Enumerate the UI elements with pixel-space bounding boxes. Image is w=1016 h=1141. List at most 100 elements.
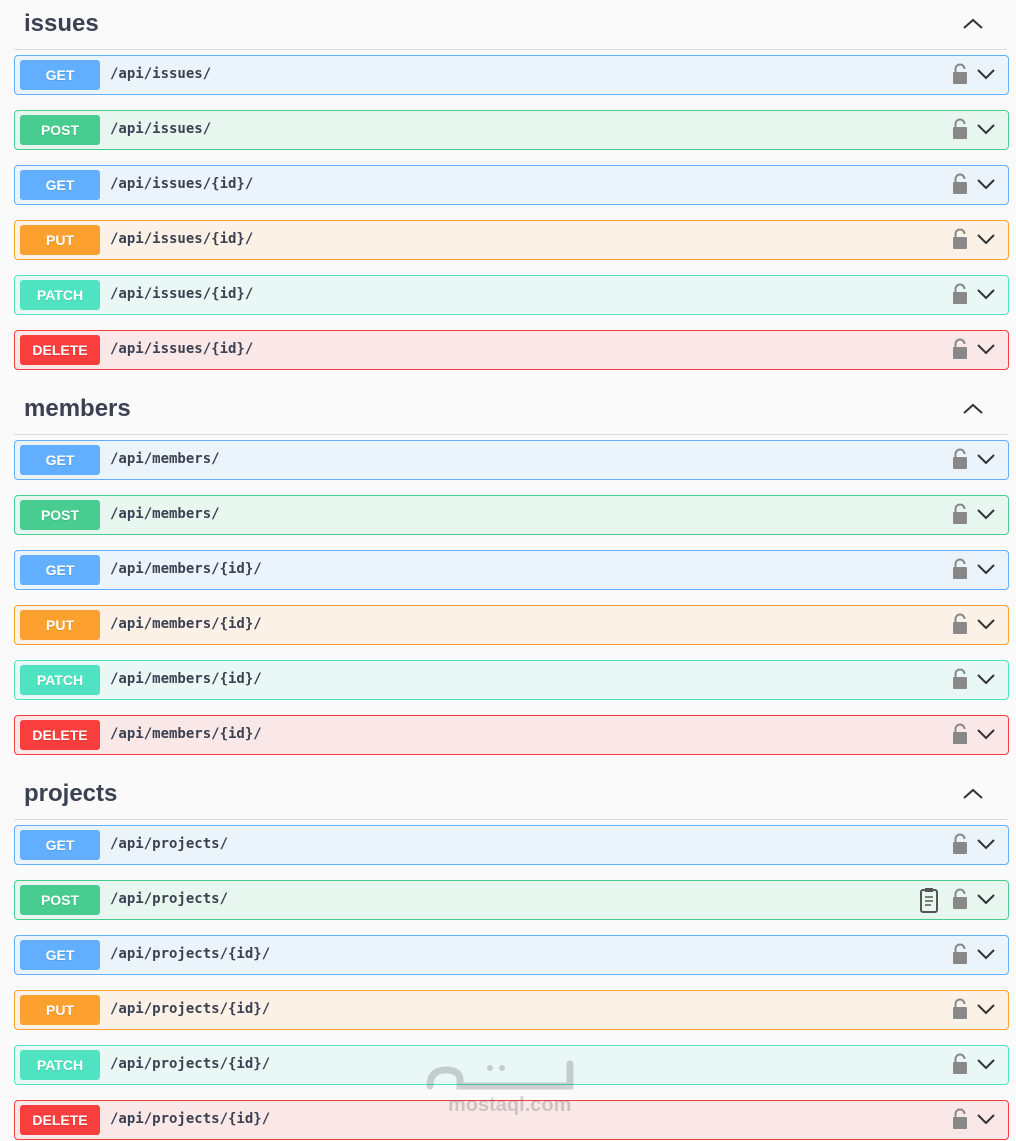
method-badge: GET: [20, 830, 100, 860]
operation-row[interactable]: PUT/api/members/{id}/: [14, 605, 1009, 645]
chevron-up-icon[interactable]: [961, 784, 985, 804]
lock-icon[interactable]: [952, 1053, 968, 1075]
operation-path: /api/issues/{id}/: [110, 176, 254, 192]
chevron-down-icon[interactable]: [976, 175, 996, 193]
operation-row[interactable]: PUT/api/issues/{id}/: [14, 220, 1009, 260]
chevron-down-icon[interactable]: [976, 835, 996, 853]
method-badge: PATCH: [20, 665, 100, 695]
operation-path: /api/projects/{id}/: [110, 946, 271, 962]
method-badge: DELETE: [20, 335, 100, 365]
operation-row[interactable]: GET/api/issues/{id}/: [14, 165, 1009, 205]
chevron-up-icon[interactable]: [961, 399, 985, 419]
chevron-down-icon[interactable]: [976, 120, 996, 138]
section-header[interactable]: projects: [14, 770, 1007, 820]
chevron-down-icon[interactable]: [976, 230, 996, 248]
operation-row[interactable]: PATCH/api/members/{id}/: [14, 660, 1009, 700]
operation-row[interactable]: GET/api/projects/: [14, 825, 1009, 865]
lock-icon[interactable]: [952, 338, 968, 360]
method-badge: GET: [20, 445, 100, 475]
operation-path: /api/projects/{id}/: [110, 1056, 271, 1072]
method-badge: GET: [20, 940, 100, 970]
operation-row[interactable]: PUT/api/projects/{id}/: [14, 990, 1009, 1030]
method-badge: PUT: [20, 225, 100, 255]
chevron-down-icon[interactable]: [976, 285, 996, 303]
operation-row[interactable]: PATCH/api/projects/{id}/: [14, 1045, 1009, 1085]
operation-path: /api/issues/{id}/: [110, 231, 254, 247]
method-badge: POST: [20, 885, 100, 915]
lock-icon[interactable]: [952, 613, 968, 635]
method-badge: PATCH: [20, 1050, 100, 1080]
lock-icon[interactable]: [952, 943, 968, 965]
section-title: members: [24, 395, 131, 422]
lock-icon[interactable]: [952, 448, 968, 470]
lock-icon[interactable]: [952, 63, 968, 85]
section-header[interactable]: issues: [14, 0, 1007, 50]
method-badge: GET: [20, 60, 100, 90]
chevron-down-icon[interactable]: [976, 615, 996, 633]
operation-path: /api/projects/{id}/: [110, 1001, 271, 1017]
lock-icon[interactable]: [952, 558, 968, 580]
operation-path: /api/projects/: [110, 836, 229, 852]
lock-icon[interactable]: [952, 173, 968, 195]
lock-icon[interactable]: [952, 833, 968, 855]
method-badge: GET: [20, 555, 100, 585]
operation-row[interactable]: GET/api/members/{id}/: [14, 550, 1009, 590]
lock-icon[interactable]: [952, 118, 968, 140]
section-issues: issues GET/api/issues/ POST/api/issues/ …: [0, 0, 1016, 370]
lock-icon[interactable]: [952, 723, 968, 745]
method-badge: DELETE: [20, 720, 100, 750]
lock-icon[interactable]: [952, 998, 968, 1020]
operation-row[interactable]: POST/api/members/: [14, 495, 1009, 535]
operation-row[interactable]: DELETE/api/members/{id}/: [14, 715, 1009, 755]
chevron-down-icon[interactable]: [976, 65, 996, 83]
operation-path: /api/members/{id}/: [110, 616, 262, 632]
operation-row[interactable]: POST/api/projects/: [14, 880, 1009, 920]
chevron-down-icon[interactable]: [976, 1110, 996, 1128]
method-badge: PATCH: [20, 280, 100, 310]
operation-row[interactable]: POST/api/issues/: [14, 110, 1009, 150]
lock-icon[interactable]: [952, 888, 968, 910]
chevron-down-icon[interactable]: [976, 450, 996, 468]
lock-icon[interactable]: [952, 1108, 968, 1130]
chevron-down-icon[interactable]: [976, 505, 996, 523]
method-badge: DELETE: [20, 1105, 100, 1135]
method-badge: POST: [20, 115, 100, 145]
operation-row[interactable]: GET/api/issues/: [14, 55, 1009, 95]
operation-path: /api/issues/{id}/: [110, 286, 254, 302]
lock-icon[interactable]: [952, 503, 968, 525]
chevron-down-icon[interactable]: [976, 725, 996, 743]
lock-icon[interactable]: [952, 283, 968, 305]
section-header[interactable]: members: [14, 385, 1007, 435]
clipboard-icon[interactable]: [920, 887, 938, 913]
lock-icon[interactable]: [952, 228, 968, 250]
lock-icon[interactable]: [952, 668, 968, 690]
chevron-down-icon[interactable]: [976, 670, 996, 688]
chevron-down-icon[interactable]: [976, 890, 996, 908]
chevron-down-icon[interactable]: [976, 945, 996, 963]
operation-path: /api/members/{id}/: [110, 561, 262, 577]
operation-path: /api/issues/: [110, 121, 212, 137]
chevron-down-icon[interactable]: [976, 1000, 996, 1018]
chevron-down-icon[interactable]: [976, 1055, 996, 1073]
operation-path: /api/members/{id}/: [110, 726, 262, 742]
operation-row[interactable]: DELETE/api/issues/{id}/: [14, 330, 1009, 370]
operation-path: /api/projects/: [110, 891, 229, 907]
section-members: members GET/api/members/ POST/api/member…: [0, 385, 1016, 755]
operation-row[interactable]: DELETE/api/projects/{id}/: [14, 1100, 1009, 1140]
section-projects: projects GET/api/projects/ POST/api/proj…: [0, 770, 1016, 1140]
method-badge: POST: [20, 500, 100, 530]
api-sections: issues GET/api/issues/ POST/api/issues/ …: [0, 0, 1016, 1140]
chevron-down-icon[interactable]: [976, 340, 996, 358]
operation-row[interactable]: PATCH/api/issues/{id}/: [14, 275, 1009, 315]
section-title: issues: [24, 10, 99, 37]
operation-path: /api/members/: [110, 506, 220, 522]
operation-row[interactable]: GET/api/members/: [14, 440, 1009, 480]
chevron-up-icon[interactable]: [961, 14, 985, 34]
method-badge: PUT: [20, 610, 100, 640]
section-title: projects: [24, 780, 118, 807]
operation-row[interactable]: GET/api/projects/{id}/: [14, 935, 1009, 975]
method-badge: PUT: [20, 995, 100, 1025]
chevron-down-icon[interactable]: [976, 560, 996, 578]
operation-path: /api/projects/{id}/: [110, 1111, 271, 1127]
method-badge: GET: [20, 170, 100, 200]
